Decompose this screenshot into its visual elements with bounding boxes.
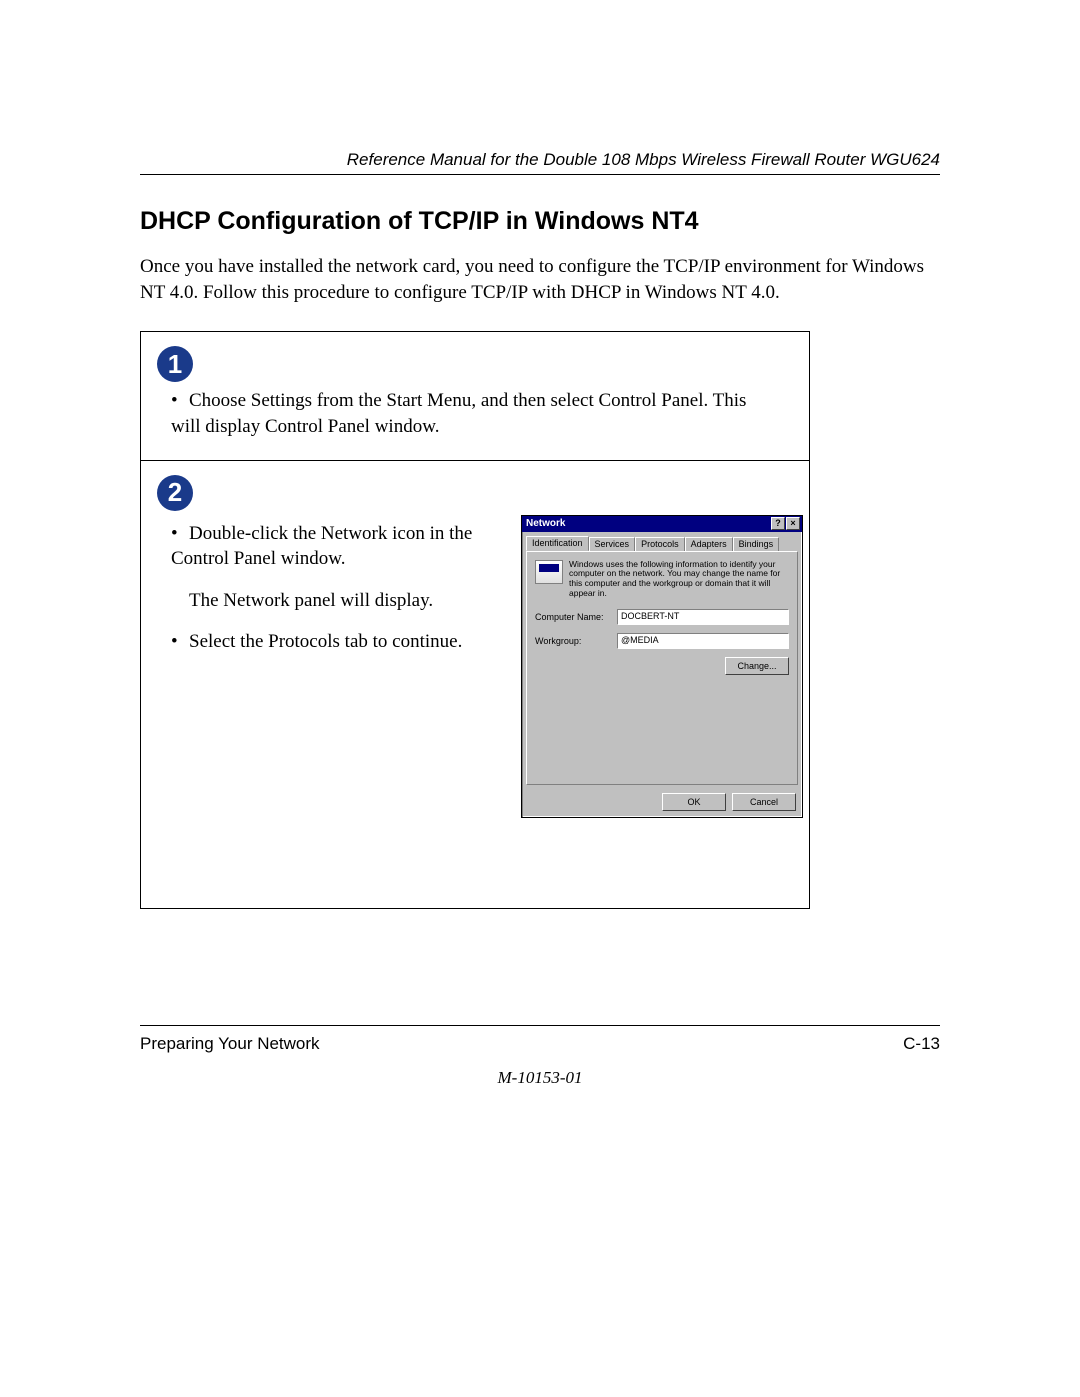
help-button[interactable]: ?: [771, 517, 785, 530]
tab-bindings[interactable]: Bindings: [733, 537, 780, 552]
tab-identification[interactable]: Identification: [526, 536, 589, 551]
tab-adapters[interactable]: Adapters: [685, 537, 733, 552]
workgroup-label: Workgroup:: [535, 636, 617, 646]
page-footer: Preparing Your Network C-13 M-10153-01: [140, 1025, 940, 1088]
dialog-body: Windows uses the following information t…: [526, 551, 798, 785]
change-button[interactable]: Change...: [725, 657, 789, 675]
dialog-titlebar[interactable]: Network ? ×: [522, 516, 802, 532]
dialog-title: Network: [526, 518, 565, 529]
step-1-box: 1 •Choose Settings from the Start Menu, …: [140, 331, 810, 459]
header-reference: Reference Manual for the Double 108 Mbps…: [140, 150, 940, 170]
header-rule: [140, 174, 940, 175]
dialog-footer-buttons: OK Cancel: [522, 789, 802, 817]
section-intro: Once you have installed the network card…: [140, 254, 940, 305]
step-2-badge: 2: [157, 475, 193, 511]
close-button[interactable]: ×: [786, 517, 800, 530]
footer-doc-number: M-10153-01: [140, 1068, 940, 1088]
cancel-button[interactable]: Cancel: [732, 793, 796, 811]
step-1-badge: 1: [157, 346, 193, 382]
footer-section-name: Preparing Your Network: [140, 1034, 320, 1054]
step-2-bullet2-text: Select the Protocols tab to continue.: [189, 631, 462, 652]
footer-rule: [140, 1025, 940, 1026]
computer-name-label: Computer Name:: [535, 612, 617, 622]
tab-protocols[interactable]: Protocols: [635, 537, 685, 552]
footer-page-number: C-13: [903, 1034, 940, 1054]
manual-page: Reference Manual for the Double 108 Mbps…: [0, 0, 1080, 1397]
workgroup-value: @MEDIA: [617, 633, 789, 649]
dialog-description: Windows uses the following information t…: [569, 560, 789, 599]
step-1-text: •Choose Settings from the Start Menu, an…: [141, 388, 809, 459]
step-2-plain-text: The Network panel will display.: [171, 588, 511, 614]
dialog-tabs: Identification Services Protocols Adapte…: [522, 532, 802, 551]
tab-services[interactable]: Services: [589, 537, 636, 552]
step-1-bullet-text: Choose Settings from the Start Menu, and…: [171, 390, 746, 437]
computer-icon: [535, 560, 563, 584]
step-2-box: 2 •Double-click the Network icon in the …: [140, 460, 810, 909]
ok-button[interactable]: OK: [662, 793, 726, 811]
step-2-text: •Double-click the Network icon in the Co…: [141, 515, 521, 818]
computer-name-value: DOCBERT-NT: [617, 609, 789, 625]
network-dialog: Network ? × Identification Services Prot…: [521, 515, 803, 818]
step-2-bullet1-text: Double-click the Network icon in the Con…: [171, 523, 472, 570]
section-title: DHCP Configuration of TCP/IP in Windows …: [140, 207, 940, 236]
